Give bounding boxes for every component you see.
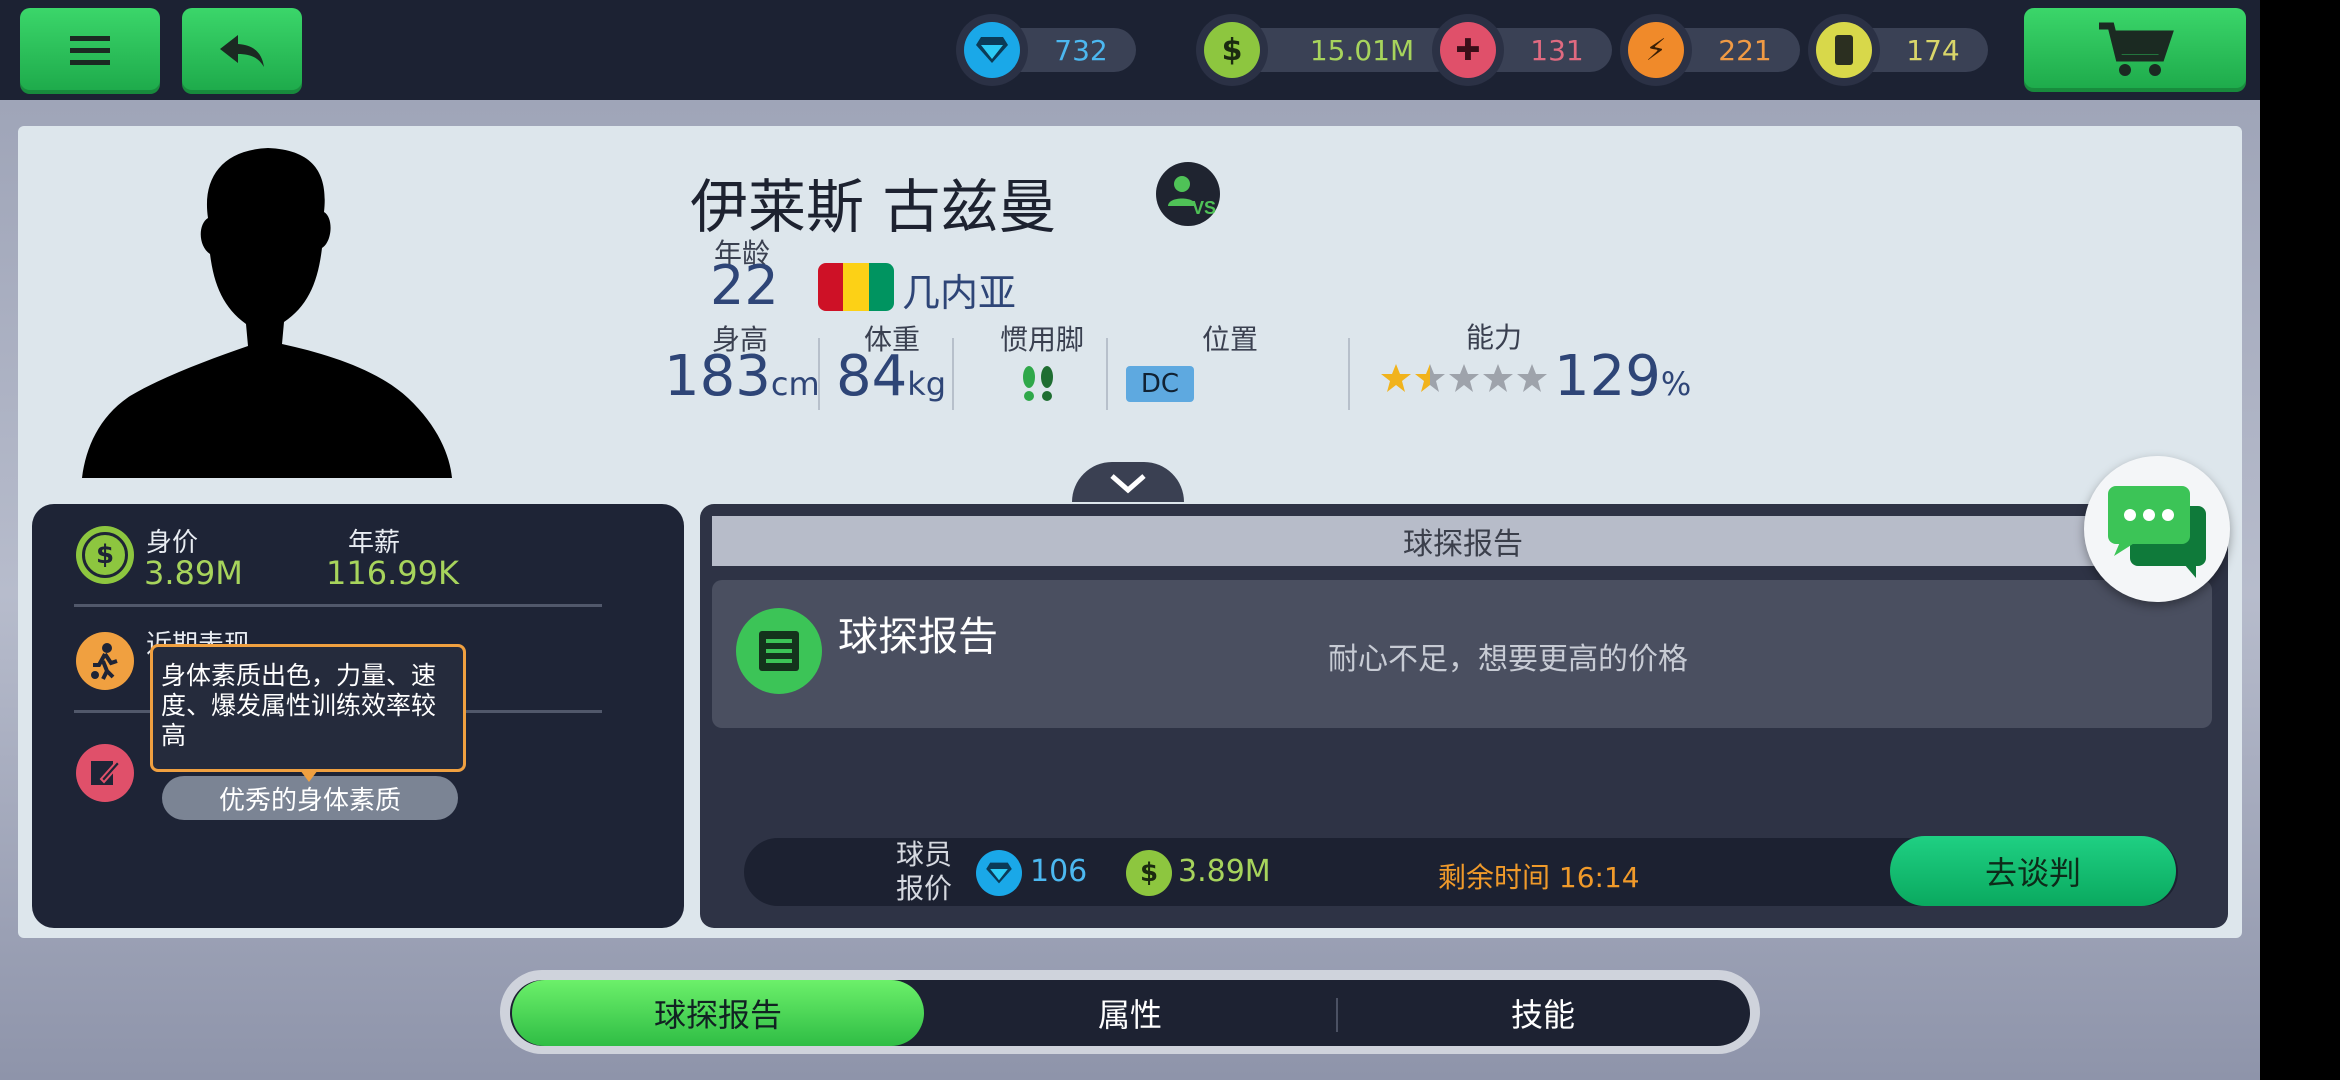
tab-attributes[interactable]: 属性	[924, 980, 1336, 1046]
star-icon	[1449, 364, 1479, 392]
shop-button[interactable]	[2024, 8, 2246, 92]
back-button[interactable]	[182, 8, 302, 94]
trait-tooltip: 身体素质出色，力量、速度、爆发属性训练效率较高	[150, 644, 466, 772]
card-icon	[1816, 22, 1872, 78]
star-icon	[1517, 364, 1547, 392]
star-icon	[1381, 364, 1411, 392]
tab-scout-report[interactable]: 球探报告	[512, 980, 924, 1046]
player-silhouette	[82, 148, 452, 478]
position-label: 位置	[1201, 323, 1258, 356]
footprints-icon	[1023, 366, 1053, 401]
card-counter[interactable]: 174	[1808, 14, 1988, 86]
offer-diamond-value: 106	[1030, 854, 1088, 889]
star-icon	[1483, 364, 1513, 392]
medkit-icon: ✚	[1440, 22, 1496, 78]
chat-button[interactable]	[2084, 456, 2230, 602]
medkit-counter[interactable]: 131 ✚	[1432, 14, 1612, 86]
dollar-icon: $	[76, 526, 134, 584]
country-flag	[818, 263, 894, 311]
diamond-icon	[976, 850, 1022, 896]
notes-icon	[76, 744, 134, 802]
expand-button[interactable]	[1072, 462, 1184, 502]
diamond-icon	[964, 22, 1020, 78]
value-amount: 3.89M	[144, 554, 243, 592]
screen-edge	[2260, 0, 2340, 1080]
remaining-time: 剩余时间 16:14	[1438, 861, 1640, 894]
divider	[74, 604, 602, 607]
negotiate-button[interactable]: 去谈判	[1890, 836, 2176, 906]
scout-report-title: 球探报告	[838, 614, 998, 660]
hamburger-icon	[70, 36, 110, 65]
foot-label: 惯用脚	[999, 323, 1084, 356]
chevron-down-icon	[1110, 474, 1146, 494]
scout-comment: 耐心不足，想要更高的价格	[1328, 642, 1688, 677]
salary-amount: 116.99K	[326, 554, 459, 592]
divider	[952, 338, 954, 410]
svg-text:VS: VS	[1192, 198, 1216, 218]
weight-value: 84kg	[836, 344, 947, 409]
chat-bubbles-icon	[2108, 486, 2206, 578]
cash-counter[interactable]: 15.01M $	[1196, 14, 1458, 86]
trait-tag[interactable]: 优秀的身体素质	[162, 776, 458, 820]
country-name: 几内亚	[902, 271, 1017, 315]
running-player-icon	[76, 632, 134, 690]
tooltip-pointer	[300, 770, 318, 782]
dollar-icon: $	[1204, 22, 1260, 78]
offer-label: 球员 报价	[896, 838, 953, 905]
scout-header: 球探报告	[712, 516, 2214, 566]
back-arrow-icon	[220, 35, 264, 67]
age-value: 22	[710, 254, 779, 317]
ability-value: 129%	[1554, 344, 1692, 409]
diamond-counter[interactable]: 732	[956, 14, 1182, 86]
compare-button[interactable]: VS	[1156, 162, 1220, 226]
height-value: 183cm	[664, 344, 820, 409]
star-rating	[1380, 362, 1548, 394]
ability-label: 能力	[1465, 321, 1522, 354]
divider	[1348, 338, 1350, 410]
cash-value: 15.01M	[1236, 28, 1458, 72]
report-icon	[736, 608, 822, 694]
versus-icon: VS	[1168, 176, 1216, 218]
energy-counter[interactable]: 221 ⚡	[1620, 14, 1800, 86]
dollar-icon: $	[1126, 850, 1172, 896]
offer-cash-value: 3.89M	[1178, 854, 1271, 889]
divider	[818, 338, 820, 410]
cart-icon	[2099, 22, 2174, 76]
menu-button[interactable]	[20, 8, 160, 94]
divider	[1106, 338, 1108, 410]
tab-skills[interactable]: 技能	[1338, 980, 1748, 1046]
star-icon	[1415, 364, 1445, 392]
lightning-icon: ⚡	[1628, 22, 1684, 78]
position-badge: DC	[1126, 366, 1194, 402]
